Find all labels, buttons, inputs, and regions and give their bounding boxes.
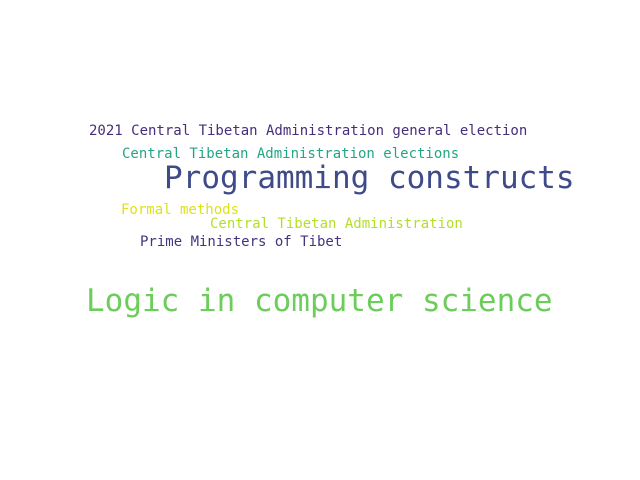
word-formal-methods: Formal methods [121, 202, 240, 218]
word-cta-elections: Central Tibetan Administration elections [122, 146, 460, 162]
word-programming-constructs: Programming constructs [164, 160, 575, 196]
word-central-tibetan-administration: Central Tibetan Administration [210, 216, 463, 232]
word-cloud: 2021 Central Tibetan Administration gene… [0, 0, 640, 480]
word-logic-in-computer-science: Logic in computer science [86, 283, 553, 319]
word-2021-cta-general-election: 2021 Central Tibetan Administration gene… [89, 123, 528, 139]
word-prime-ministers-of-tibet: Prime Ministers of Tibet [140, 234, 343, 250]
